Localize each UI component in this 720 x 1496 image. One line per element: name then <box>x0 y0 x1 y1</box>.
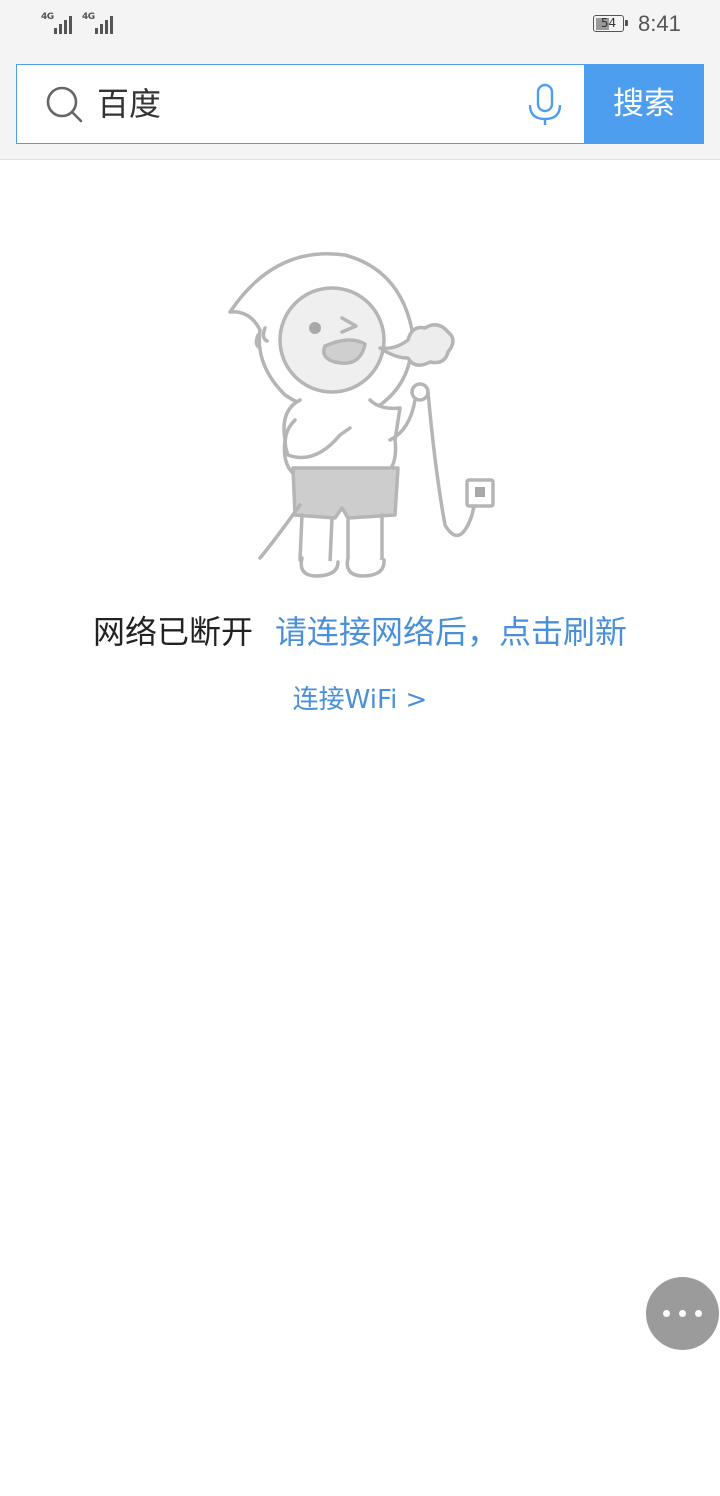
more-menu-button[interactable] <box>646 1277 719 1350</box>
search-input[interactable] <box>97 79 497 129</box>
connect-wifi-row: 连接WiFi > <box>0 682 720 718</box>
battery-icon: 54 <box>593 15 628 32</box>
search-header: 搜索 <box>0 50 720 160</box>
refresh-hint-link[interactable]: 请连接网络后，点击刷新 <box>275 613 627 651</box>
signal-indicator-sim2: 4G <box>82 12 118 36</box>
battery-level: 54 <box>600 16 617 30</box>
more-dot <box>679 1310 686 1317</box>
error-title: 网络已断开 <box>92 613 253 651</box>
more-dot <box>695 1310 702 1317</box>
signal-bars-icon <box>54 16 72 34</box>
signal-indicator-sim1: 4G <box>41 12 77 36</box>
search-box[interactable] <box>16 64 584 144</box>
more-dot <box>663 1310 670 1317</box>
network-type-label: 4G <box>82 12 95 22</box>
search-icon <box>46 86 83 123</box>
clock: 8:41 <box>638 11 681 36</box>
status-bar: 4G 4G 54 8:41 <box>0 0 720 50</box>
signal-bars-icon <box>95 16 113 34</box>
disconnected-character-illustration <box>228 252 495 578</box>
network-error-message: 网络已断开 请连接网络后，点击刷新 <box>0 610 720 654</box>
microphone-icon[interactable] <box>525 83 565 127</box>
connect-wifi-link[interactable]: 连接WiFi > <box>293 685 428 715</box>
network-type-label: 4G <box>41 12 54 22</box>
search-button[interactable]: 搜索 <box>584 64 704 144</box>
